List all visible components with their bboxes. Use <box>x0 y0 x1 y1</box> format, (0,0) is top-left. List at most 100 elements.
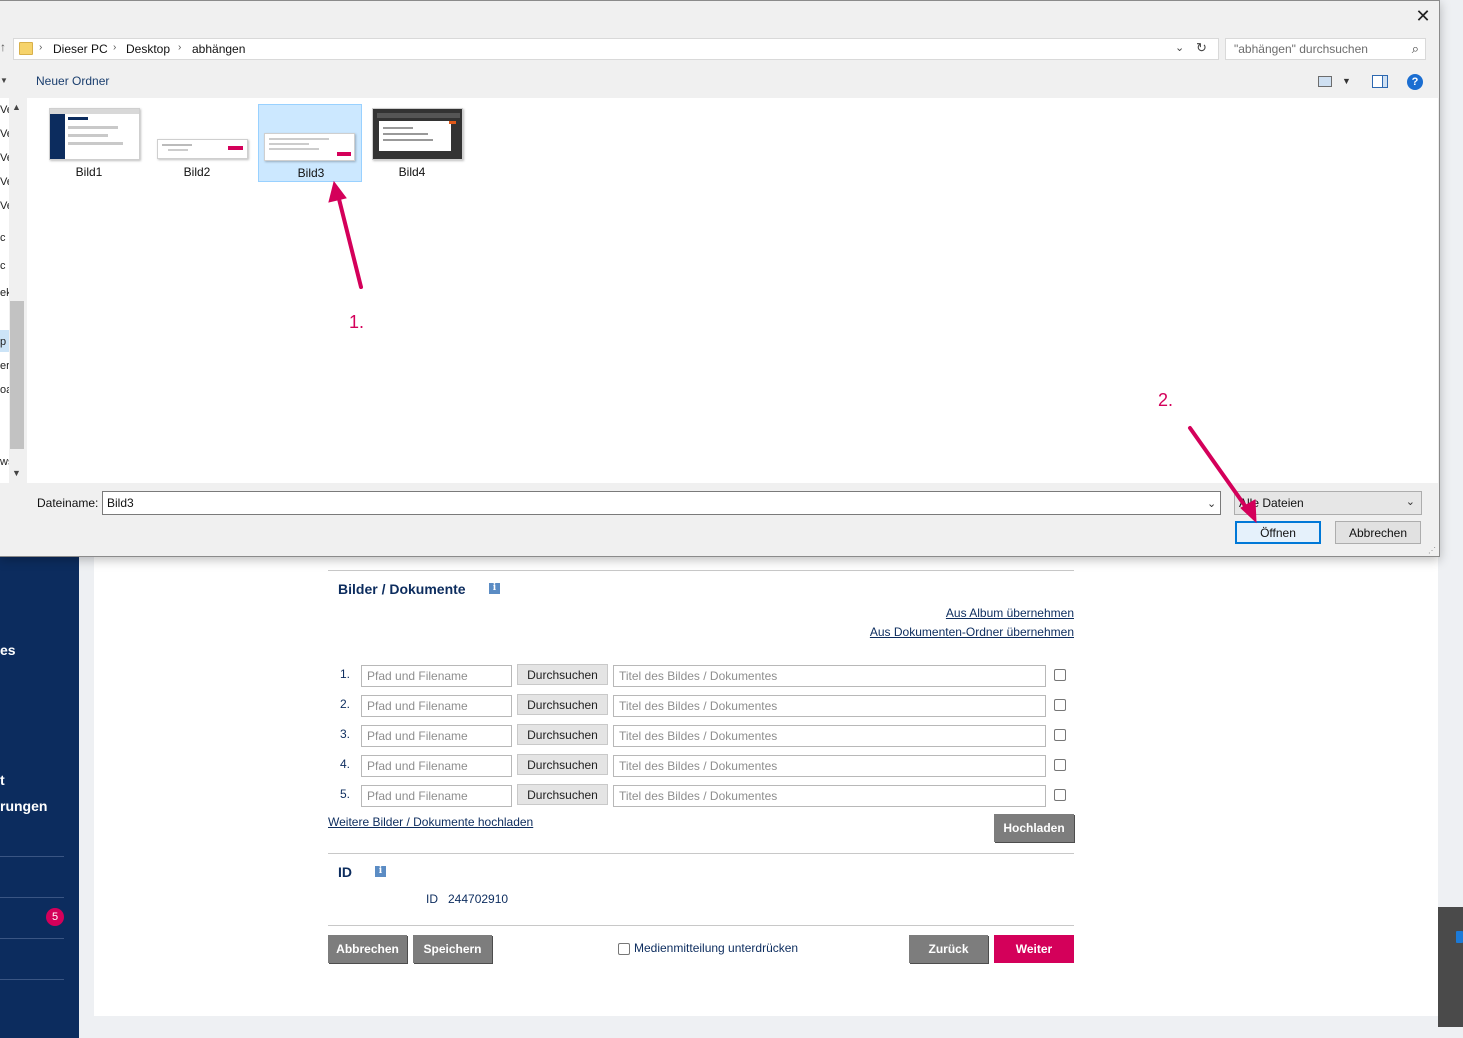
link-from-album[interactable]: Aus Album übernehmen <box>946 606 1074 620</box>
row-number: 4. <box>340 757 351 771</box>
file-type-value: Alle Dateien <box>1239 496 1304 510</box>
back-button[interactable]: Zurück <box>909 935 988 963</box>
file-tile-bild2[interactable]: Bild2 <box>145 104 249 182</box>
chevron-down-icon[interactable]: ⌄ <box>1406 495 1415 508</box>
browse-button[interactable]: Durchsuchen <box>517 724 608 745</box>
nav-pane-scrollbar[interactable]: ▲ ▼ <box>9 98 26 483</box>
notification-badge: 5 <box>46 908 64 926</box>
link-more-uploads[interactable]: Weitere Bilder / Dokumente hochladen <box>328 815 533 829</box>
path-input[interactable] <box>361 695 512 717</box>
path-input[interactable] <box>361 665 512 687</box>
folder-icon <box>19 42 33 55</box>
file-tile-bild3[interactable]: Bild3 <box>258 104 362 182</box>
search-input[interactable]: "abhängen" durchsuchen ⌕ <box>1225 38 1426 60</box>
row-number: 3. <box>340 727 351 741</box>
title-input[interactable] <box>613 695 1046 717</box>
new-folder-button[interactable]: Neuer Ordner <box>36 74 109 88</box>
section-divider <box>328 853 1074 854</box>
help-icon[interactable]: ? <box>1407 74 1423 90</box>
title-input[interactable] <box>613 665 1046 687</box>
row-checkbox[interactable] <box>1054 699 1066 711</box>
breadcrumb-item[interactable]: Desktop <box>126 42 170 56</box>
breadcrumb-item[interactable]: Dieser PC <box>53 42 108 56</box>
filename-label: Dateiname: <box>37 496 99 510</box>
nav-pane-item[interactable]: p <box>0 336 6 348</box>
scroll-thumb[interactable] <box>10 301 24 449</box>
section-divider <box>328 570 1074 571</box>
breadcrumb-item[interactable]: abhängen <box>192 42 245 56</box>
link-from-documents[interactable]: Aus Dokumenten-Ordner übernehmen <box>870 625 1074 639</box>
nav-pane-item[interactable]: c <box>0 260 6 272</box>
file-label: Bild2 <box>183 165 211 179</box>
dialog-cancel-button[interactable]: Abbrechen <box>1335 521 1421 544</box>
row-checkbox[interactable] <box>1054 729 1066 741</box>
upload-button[interactable]: Hochladen <box>994 814 1074 842</box>
chevron-right-icon[interactable]: › <box>39 42 42 53</box>
browse-button[interactable]: Durchsuchen <box>517 754 608 775</box>
next-button[interactable]: Weiter <box>994 935 1074 963</box>
section-divider <box>328 925 1074 926</box>
file-open-dialog: ✕ ↑ › Dieser PC › Desktop › abhängen ⌄ ↻… <box>0 0 1440 557</box>
address-bar[interactable]: › Dieser PC › Desktop › abhängen <box>13 38 1219 60</box>
file-tile-bild1[interactable]: Bild1 <box>37 104 141 182</box>
suppress-media-label[interactable]: Medienmitteilung unterdrücken <box>634 941 798 955</box>
close-icon[interactable]: ✕ <box>1412 5 1434 27</box>
title-input[interactable] <box>613 755 1046 777</box>
path-input[interactable] <box>361 755 512 777</box>
path-input[interactable] <box>361 725 512 747</box>
scroll-up-icon[interactable]: ▲ <box>12 102 21 112</box>
info-icon[interactable]: i <box>489 583 500 594</box>
thumbnail-image <box>49 108 140 160</box>
nav-divider <box>0 979 64 980</box>
chevron-right-icon[interactable]: › <box>178 42 181 53</box>
nav-item-fragment[interactable]: es <box>0 642 16 658</box>
row-number: 2. <box>340 697 351 711</box>
up-arrow-icon[interactable]: ↑ <box>0 40 6 54</box>
nav-divider <box>0 938 64 939</box>
browse-button[interactable]: Durchsuchen <box>517 664 608 685</box>
chevron-right-icon[interactable]: › <box>113 42 116 53</box>
row-checkbox[interactable] <box>1054 789 1066 801</box>
row-checkbox[interactable] <box>1054 669 1066 681</box>
right-side-strip <box>1438 907 1463 1027</box>
title-input[interactable] <box>613 725 1046 747</box>
filename-input[interactable] <box>102 491 1221 515</box>
info-icon[interactable]: i <box>375 866 386 877</box>
resize-grip-icon[interactable]: ⋰ <box>1428 546 1436 555</box>
cancel-button[interactable]: Abbrechen <box>328 935 407 963</box>
section-title-id: ID <box>338 864 352 880</box>
refresh-icon[interactable]: ↻ <box>1196 40 1207 56</box>
annotation-step-2: 2. <box>1158 390 1174 410</box>
suppress-media-checkbox[interactable] <box>618 943 630 955</box>
browse-button[interactable]: Durchsuchen <box>517 694 608 715</box>
file-label: Bild1 <box>75 165 103 179</box>
path-input[interactable] <box>361 785 512 807</box>
file-label: Bild3 <box>297 166 325 180</box>
file-tile-bild4[interactable]: Bild4 <box>360 104 464 182</box>
file-type-select[interactable]: Alle Dateien ⌄ <box>1234 491 1422 515</box>
save-button[interactable]: Speichern <box>413 935 492 963</box>
view-mode-icon[interactable] <box>1318 76 1332 87</box>
organize-dropdown-icon[interactable]: ▼ <box>0 76 8 85</box>
search-placeholder: "abhängen" durchsuchen <box>1234 42 1368 56</box>
nav-divider <box>0 897 64 898</box>
open-button[interactable]: Öffnen <box>1235 521 1321 544</box>
chevron-down-icon[interactable]: ⌄ <box>1207 497 1216 510</box>
nav-item-fragment[interactable]: t <box>0 772 5 788</box>
chevron-down-icon[interactable]: ⌄ <box>1175 41 1184 54</box>
search-icon[interactable]: ⌕ <box>1412 41 1419 57</box>
title-input[interactable] <box>613 785 1046 807</box>
file-label: Bild4 <box>398 165 426 179</box>
scroll-down-icon[interactable]: ▼ <box>12 468 21 478</box>
row-checkbox[interactable] <box>1054 759 1066 771</box>
feedback-icon[interactable] <box>1456 931 1463 943</box>
thumbnail-image <box>157 139 248 159</box>
row-number: 5. <box>340 787 351 801</box>
file-list: Bild1 Bild2 Bild3 Bild4 <box>27 98 1438 483</box>
preview-pane-icon[interactable] <box>1372 75 1388 88</box>
id-value: 244702910 <box>448 892 509 906</box>
nav-item-fragment[interactable]: rungen <box>0 798 47 814</box>
view-dropdown-icon[interactable]: ▼ <box>1342 76 1351 86</box>
browse-button[interactable]: Durchsuchen <box>517 784 608 805</box>
thumbnail-image <box>372 108 463 160</box>
